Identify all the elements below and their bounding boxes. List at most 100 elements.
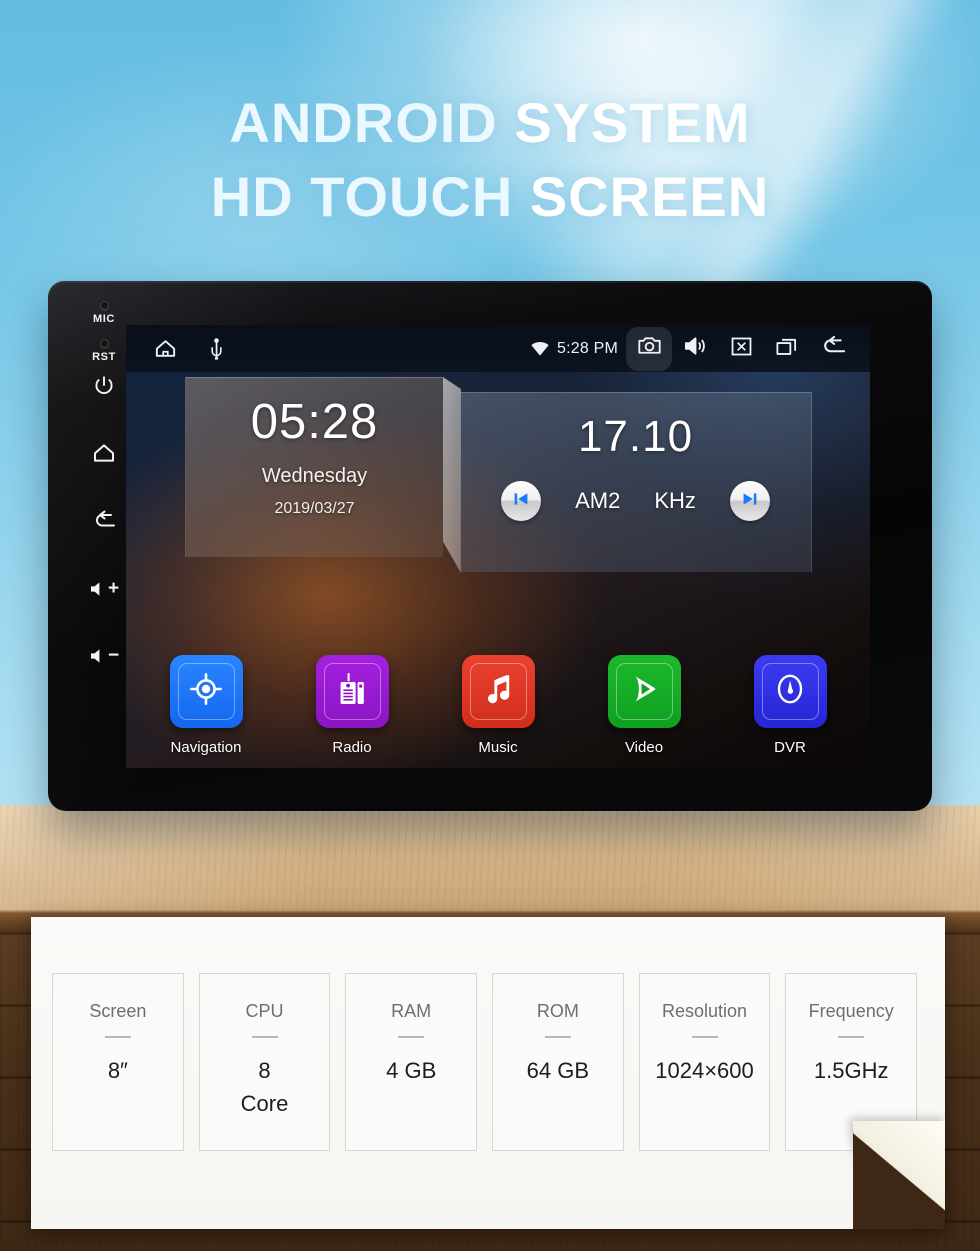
reset-label: RST (92, 351, 116, 363)
skip-next-icon (740, 489, 760, 514)
power-icon (92, 374, 116, 403)
headline-line2-part1: HD TOUCH (210, 165, 530, 228)
close-box-icon (730, 336, 753, 362)
status-back-button[interactable] (810, 327, 856, 371)
radio-band: AM2 (575, 488, 621, 513)
radio-widget[interactable]: 17.10 AM2 KHz (460, 392, 812, 572)
app-dvr-tile[interactable] (753, 655, 827, 728)
app-video[interactable]: Video (596, 655, 692, 756)
camera-icon (637, 335, 662, 362)
spec-divider (691, 1035, 718, 1038)
skip-previous-icon (511, 489, 531, 514)
video-play-icon (624, 669, 664, 714)
spec-divider (838, 1035, 865, 1038)
spec-card-screen: Screen 8″ (52, 973, 184, 1151)
app-music-label: Music (478, 739, 518, 756)
spec-divider (544, 1035, 571, 1038)
spec-value-ram: 4 GB (386, 1057, 437, 1083)
app-radio-tile[interactable] (315, 655, 389, 728)
spec-divider (398, 1035, 425, 1038)
bezel-home-button[interactable] (83, 434, 125, 476)
clock-widget-weekday: Wednesday (261, 465, 368, 487)
navigation-target-icon (186, 669, 226, 714)
spec-label-resolution: Resolution (661, 1001, 748, 1021)
status-recents-button[interactable] (764, 327, 810, 371)
app-radio[interactable]: Radio (304, 655, 400, 756)
headline-line1-part2: SYSTEM (514, 91, 751, 154)
status-camera-button[interactable] (626, 326, 672, 371)
power-button[interactable] (83, 367, 125, 409)
wooden-table-top (0, 805, 980, 910)
volume-down-button[interactable]: − (83, 635, 125, 677)
spec-value-frequency: 1.5GHz (813, 1057, 889, 1083)
mic-pinhole-group: MIC (93, 301, 115, 325)
back-icon (91, 508, 118, 537)
spec-card-resolution: Resolution 1024×600 (638, 973, 771, 1151)
volume-down-minus: − (107, 645, 120, 666)
spec-card-ram: RAM 4 GB (345, 973, 478, 1151)
spec-value-resolution: 1024×600 (655, 1057, 754, 1083)
headline-line1-part1: ANDROID (229, 91, 515, 154)
app-dvr[interactable]: DVR (742, 655, 838, 756)
spec-sheet: Screen 8″ CPU 8 Core RAM 4 GB ROM 64 GB … (31, 917, 945, 1229)
android-status-bar: 5:28 PM (126, 325, 870, 372)
recent-apps-icon (775, 336, 800, 362)
spec-label-frequency: Frequency (808, 1001, 894, 1021)
app-navigation-tile[interactable] (169, 655, 243, 728)
app-music-tile[interactable] (461, 655, 535, 728)
status-close-button[interactable] (718, 327, 764, 371)
app-music[interactable]: Music (450, 655, 546, 756)
volume-up-icon: + (89, 578, 119, 600)
reset-hole-icon[interactable] (99, 339, 109, 348)
spec-label-rom: ROM (536, 1001, 579, 1021)
status-clock: 5:28 PM (557, 339, 618, 357)
app-dvr-label: DVR (774, 739, 806, 756)
volume-up-button[interactable]: + (83, 568, 125, 610)
radio-next-button[interactable] (729, 481, 770, 521)
home-icon (91, 440, 117, 471)
clock-widget-time: 05:28 (250, 395, 379, 449)
radio-receiver-icon (333, 670, 371, 713)
back-arrow-icon (819, 334, 848, 363)
spec-card-cpu: CPU 8 Core (198, 973, 331, 1151)
app-dock: Navigation Radio Music Video DVR (126, 655, 870, 756)
status-volume-button[interactable] (672, 327, 718, 371)
spec-value-screen: 8″ (107, 1057, 128, 1083)
spec-divider (104, 1035, 131, 1038)
mic-hole-icon (99, 301, 109, 310)
spec-card-list: Screen 8″ CPU 8 Core RAM 4 GB ROM 64 GB … (52, 973, 918, 1151)
mic-label: MIC (93, 313, 115, 325)
spec-value-cpu: 8 Core (240, 1057, 289, 1116)
volume-down-icon: − (89, 645, 119, 667)
widget-fold-edge (443, 377, 461, 573)
app-navigation[interactable]: Navigation (158, 655, 254, 756)
page-headline: ANDROID SYSTEM HD TOUCH SCREEN (0, 95, 980, 225)
volume-up-plus: + (107, 578, 120, 599)
reset-pinhole-group[interactable]: RST (92, 339, 116, 363)
clock-widget-date: 2019/03/27 (274, 500, 355, 517)
app-video-label: Video (624, 739, 664, 756)
spec-label-ram: RAM (391, 1001, 432, 1021)
radio-unit: KHz (654, 488, 696, 513)
radio-prev-button[interactable] (501, 481, 542, 521)
spec-label-screen: Screen (89, 1001, 147, 1021)
app-navigation-label: Navigation (170, 739, 242, 756)
dvr-gauge-icon (771, 670, 809, 713)
touch-screen[interactable]: 5:28 PM 05:28 Wednesday 2019/03/27 17.10… (126, 325, 870, 768)
app-radio-label: Radio (332, 739, 372, 756)
status-wifi-icon (530, 341, 550, 357)
status-usb-icon (208, 337, 225, 360)
bezel-back-button[interactable] (83, 501, 125, 543)
spec-label-cpu: CPU (245, 1001, 284, 1021)
page-curl-shadow (853, 1121, 945, 1229)
radio-frequency: 17.10 (577, 412, 694, 461)
music-note-icon (479, 670, 517, 713)
app-video-tile[interactable] (607, 655, 681, 728)
volume-icon (683, 335, 708, 362)
status-home-icon[interactable] (153, 336, 178, 361)
spec-card-rom: ROM 64 GB (492, 973, 624, 1151)
spec-divider (251, 1035, 278, 1038)
clock-widget[interactable]: 05:28 Wednesday 2019/03/27 (185, 377, 443, 557)
spec-value-rom: 64 GB (526, 1057, 590, 1083)
headline-line2-part2: SCREEN (529, 165, 770, 228)
